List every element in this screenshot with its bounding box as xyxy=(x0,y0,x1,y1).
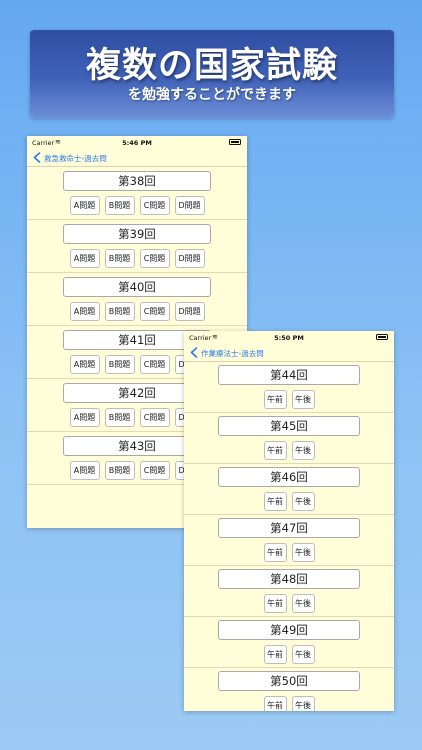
part-b-button[interactable]: B問題 xyxy=(104,249,135,268)
part-a-button[interactable]: A問題 xyxy=(69,408,100,427)
round-button[interactable]: 第47回 xyxy=(218,518,360,538)
part-b-button[interactable]: B問題 xyxy=(104,302,135,321)
round-button[interactable]: 第44回 xyxy=(218,365,360,385)
banner-subtitle: を勉強することができます xyxy=(128,87,296,103)
back-button[interactable]: 救急救命士-過去問 xyxy=(44,153,107,164)
list-item: 第50回 午前 午後 xyxy=(184,668,394,711)
part-b-button[interactable]: B問題 xyxy=(104,355,135,374)
list-item: 第38回 A問題 B問題 C問題 D問題 xyxy=(27,167,247,220)
part-a-button[interactable]: A問題 xyxy=(69,249,100,268)
part-b-button[interactable]: B問題 xyxy=(104,196,135,215)
morning-button[interactable]: 午前 xyxy=(263,645,287,664)
part-b-button[interactable]: B問題 xyxy=(104,461,135,480)
part-c-button[interactable]: C問題 xyxy=(139,302,170,321)
morning-button[interactable]: 午前 xyxy=(263,594,287,613)
round-button[interactable]: 第48回 xyxy=(218,569,360,589)
part-c-button[interactable]: C問題 xyxy=(139,355,170,374)
nav-bar: 作業療法士-過去問 xyxy=(184,344,394,362)
status-bar: Carrier ≋ 5:46 PM xyxy=(27,136,247,149)
part-a-button[interactable]: A問題 xyxy=(69,196,100,215)
part-d-button[interactable]: D問題 xyxy=(174,249,205,268)
morning-button[interactable]: 午前 xyxy=(263,696,287,711)
part-a-button[interactable]: A問題 xyxy=(69,461,100,480)
morning-button[interactable]: 午前 xyxy=(263,492,287,511)
clock: 5:50 PM xyxy=(274,334,304,342)
list-item: 第40回 A問題 B問題 C問題 D問題 xyxy=(27,273,247,326)
afternoon-button[interactable]: 午後 xyxy=(291,492,315,511)
part-a-button[interactable]: A問題 xyxy=(69,355,100,374)
promo-banner: 複数の国家試験 を勉強することができます xyxy=(30,30,394,118)
round-button[interactable]: 第38回 xyxy=(63,171,211,191)
part-c-button[interactable]: C問題 xyxy=(139,408,170,427)
chevron-left-icon[interactable] xyxy=(33,152,41,163)
list-item: 第46回 午前 午後 xyxy=(184,464,394,515)
status-bar: Carrier ≋ 5:50 PM xyxy=(184,331,394,344)
round-button[interactable]: 第50回 xyxy=(218,671,360,691)
round-button[interactable]: 第46回 xyxy=(218,467,360,487)
list-item: 第47回 午前 午後 xyxy=(184,515,394,566)
round-button[interactable]: 第39回 xyxy=(63,224,211,244)
afternoon-button[interactable]: 午後 xyxy=(291,390,315,409)
part-d-button[interactable]: D問題 xyxy=(174,302,205,321)
afternoon-button[interactable]: 午後 xyxy=(291,543,315,562)
chevron-left-icon[interactable] xyxy=(190,347,198,358)
round-button[interactable]: 第45回 xyxy=(218,416,360,436)
afternoon-button[interactable]: 午後 xyxy=(291,645,315,664)
part-d-button[interactable]: D問題 xyxy=(174,196,205,215)
screenshot-occupational-therapist: Carrier ≋ 5:50 PM 作業療法士-過去問 第44回 午前 午後 第… xyxy=(184,331,394,711)
morning-button[interactable]: 午前 xyxy=(263,543,287,562)
morning-button[interactable]: 午前 xyxy=(263,441,287,460)
part-b-button[interactable]: B問題 xyxy=(104,408,135,427)
afternoon-button[interactable]: 午後 xyxy=(291,441,315,460)
list-item: 第48回 午前 午後 xyxy=(184,566,394,617)
part-c-button[interactable]: C問題 xyxy=(139,249,170,268)
part-a-button[interactable]: A問題 xyxy=(69,302,100,321)
part-c-button[interactable]: C問題 xyxy=(139,461,170,480)
banner-title: 複数の国家試験 xyxy=(85,46,338,86)
battery-icon xyxy=(376,334,388,340)
clock: 5:46 PM xyxy=(122,139,152,147)
list-item: 第49回 午前 午後 xyxy=(184,617,394,668)
battery-icon xyxy=(229,139,241,145)
list-item: 第44回 午前 午後 xyxy=(184,362,394,413)
list-item: 第45回 午前 午後 xyxy=(184,413,394,464)
back-button[interactable]: 作業療法士-過去問 xyxy=(201,348,264,359)
round-list: 第44回 午前 午後 第45回 午前 午後 第46回 午前 午後 第47回 午前 xyxy=(184,362,394,711)
round-button[interactable]: 第40回 xyxy=(63,277,211,297)
morning-button[interactable]: 午前 xyxy=(263,390,287,409)
afternoon-button[interactable]: 午後 xyxy=(291,594,315,613)
nav-bar: 救急救命士-過去問 xyxy=(27,149,247,167)
afternoon-button[interactable]: 午後 xyxy=(291,696,315,711)
list-item: 第39回 A問題 B問題 C問題 D問題 xyxy=(27,220,247,273)
round-button[interactable]: 第49回 xyxy=(218,620,360,640)
part-c-button[interactable]: C問題 xyxy=(139,196,170,215)
